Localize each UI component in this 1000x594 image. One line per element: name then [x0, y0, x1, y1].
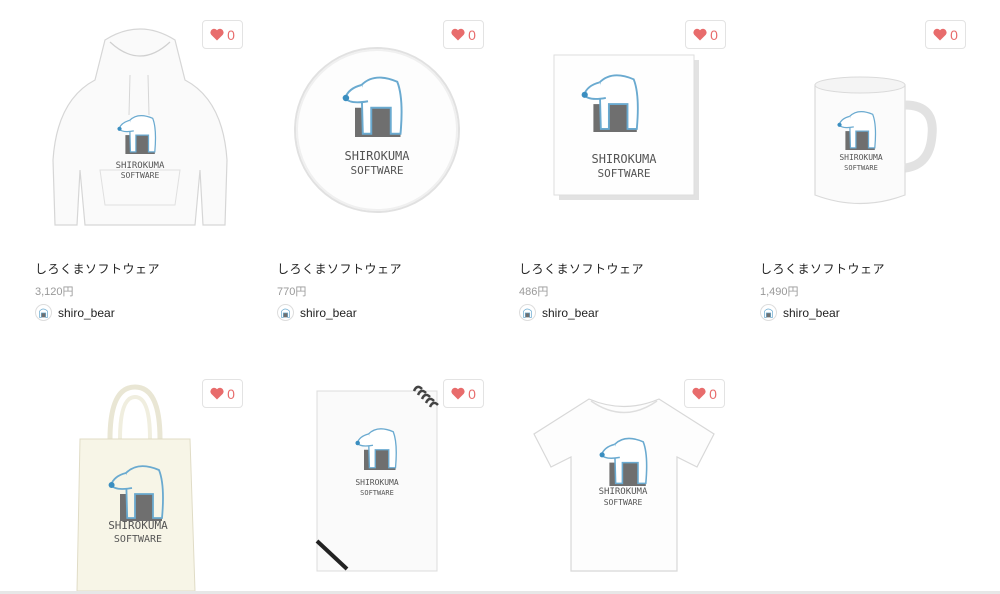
product-title[interactable]: しろくまソフトウェア	[760, 260, 885, 277]
product-card[interactable]: SHIROKUMA SOFTWARE 0 しろくまソフトウェア 3,120円 s…	[35, 20, 245, 321]
heart-icon	[451, 387, 465, 400]
svg-text:SOFTWARE: SOFTWARE	[844, 164, 878, 172]
product-title[interactable]: しろくまソフトウェア	[519, 260, 644, 277]
heart-icon	[693, 28, 707, 41]
seller-link[interactable]: shiro_bear	[760, 304, 840, 321]
svg-text:SOFTWARE: SOFTWARE	[360, 489, 394, 497]
product-price: 770円	[277, 286, 307, 298]
like-count: 0	[709, 385, 717, 402]
product-card[interactable]: SHIROKUMA SOFTWARE 0 しろくまソフトウェア 770円 shi…	[277, 20, 487, 321]
seller-link[interactable]: shiro_bear	[519, 304, 599, 321]
product-image-tote-bag[interactable]: SHIROKUMA SOFTWARE	[35, 379, 245, 594]
seller-name: shiro_bear	[300, 305, 357, 320]
like-button[interactable]: 0	[925, 20, 966, 49]
product-image-hoodie[interactable]: SHIROKUMA SOFTWARE	[35, 20, 245, 235]
svg-text:SOFTWARE: SOFTWARE	[121, 171, 160, 180]
seller-link[interactable]: shiro_bear	[277, 304, 357, 321]
product-price: 3,120円	[35, 286, 74, 298]
seller-name: shiro_bear	[783, 305, 840, 320]
product-price: 1,490円	[760, 286, 799, 298]
svg-text:SOFTWARE: SOFTWARE	[598, 167, 651, 180]
like-count: 0	[468, 385, 476, 402]
product-image-notebook[interactable]: SHIROKUMA SOFTWARE	[277, 379, 487, 594]
product-image-sticker[interactable]: SHIROKUMA SOFTWARE	[519, 20, 729, 235]
heart-icon	[451, 28, 465, 41]
svg-text:SHIROKUMA: SHIROKUMA	[344, 149, 410, 163]
product-card[interactable]: SHIROKUMA SOFTWARE 0	[277, 379, 487, 591]
svg-text:SHIROKUMA: SHIROKUMA	[591, 152, 657, 166]
product-card[interactable]: SHIROKUMA SOFTWARE 0	[35, 379, 245, 594]
product-image-mug[interactable]: SHIROKUMA SOFTWARE	[760, 20, 970, 235]
product-price: 486円	[519, 286, 549, 298]
like-count: 0	[227, 26, 235, 43]
svg-text:SHIROKUMA: SHIROKUMA	[355, 478, 399, 487]
product-title[interactable]: しろくまソフトウェア	[277, 260, 402, 277]
like-count: 0	[468, 26, 476, 43]
product-card[interactable]: SHIROKUMA SOFTWARE 0	[519, 379, 729, 591]
svg-text:SHIROKUMA: SHIROKUMA	[839, 153, 883, 162]
seller-link[interactable]: shiro_bear	[35, 304, 115, 321]
heart-icon	[210, 387, 224, 400]
heart-icon	[692, 387, 706, 400]
like-count: 0	[227, 385, 235, 402]
product-image-t-shirt[interactable]: SHIROKUMA SOFTWARE	[519, 379, 729, 594]
like-button[interactable]: 0	[443, 20, 484, 49]
heart-icon	[933, 28, 947, 41]
seller-name: shiro_bear	[542, 305, 599, 320]
like-button[interactable]: 0	[685, 20, 726, 49]
avatar	[760, 304, 777, 321]
avatar	[35, 304, 52, 321]
heart-icon	[210, 28, 224, 41]
product-title[interactable]: しろくまソフトウェア	[35, 260, 160, 277]
svg-text:SHIROKUMA: SHIROKUMA	[108, 519, 168, 532]
svg-text:SOFTWARE: SOFTWARE	[604, 498, 643, 507]
product-card[interactable]: SHIROKUMA SOFTWARE 0 しろくまソフトウェア 1,490円 s…	[760, 20, 970, 321]
like-button[interactable]: 0	[202, 379, 243, 408]
like-button[interactable]: 0	[684, 379, 725, 408]
avatar	[277, 304, 294, 321]
svg-text:SHIROKUMA: SHIROKUMA	[599, 487, 648, 497]
svg-text:SOFTWARE: SOFTWARE	[114, 534, 162, 545]
like-count: 0	[950, 26, 958, 43]
like-count: 0	[710, 26, 718, 43]
avatar	[519, 304, 536, 321]
like-button[interactable]: 0	[443, 379, 484, 408]
svg-text:SHIROKUMA: SHIROKUMA	[116, 161, 165, 171]
svg-text:SOFTWARE: SOFTWARE	[351, 164, 404, 177]
product-card[interactable]: SHIROKUMA SOFTWARE 0 しろくまソフトウェア 486円 shi…	[519, 20, 729, 321]
product-image-badge[interactable]: SHIROKUMA SOFTWARE	[277, 20, 487, 235]
like-button[interactable]: 0	[202, 20, 243, 49]
seller-name: shiro_bear	[58, 305, 115, 320]
